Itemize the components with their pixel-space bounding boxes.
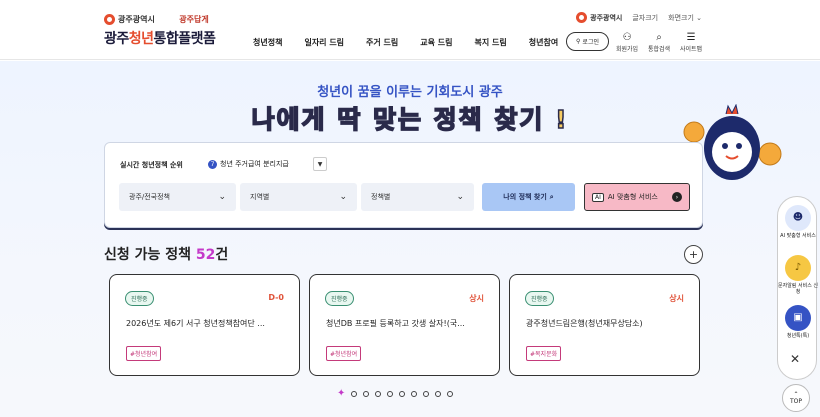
chevron-down-icon: ⌄ [456,192,464,202]
city-name: 광주광역시 [118,15,155,24]
nav-education[interactable]: 교육 드림 [420,37,452,48]
rank-number: 7 [208,159,217,169]
policy-card[interactable]: 진행중 상시 광주청년드림은행(청년재무상담소) #복지문화 [509,274,700,376]
pager-dot[interactable] [351,391,358,397]
nav-participation[interactable]: 청년참여 [529,37,558,48]
pager-dot[interactable] [423,391,430,397]
nav-policy[interactable]: 청년정책 [253,37,282,48]
pager-dot[interactable] [363,391,370,397]
main-nav: 청년정책 일자리 드림 주거 드림 교육 드림 복지 드림 청년참여 [253,37,558,48]
region-select[interactable]: 지역별 ⌄ [240,183,357,211]
policy-tag[interactable]: #복지문화 [526,346,562,361]
city-emblem-icon [104,14,115,25]
policy-card[interactable]: 진행중 상시 청년DB 프로필 등록하고 갓생 살자!(국... #청년참여 [309,274,500,376]
realtime-ranking-item[interactable]: 7 청년 주거급여 분리지급 [208,159,289,169]
find-my-policy-button[interactable]: 나의 정책 찾기 ⌕ [482,183,575,211]
user-add-icon: ⚇ [622,32,632,43]
nav-welfare[interactable]: 복지 드림 [475,37,507,48]
policy-card-title: 청년DB 프로필 등록하고 갓생 살자!(국... [326,319,465,328]
bell-icon: ♪ [785,255,811,281]
top-utility-bar: 광주광역시 글자크기 화면크기 ⌄ [576,12,702,23]
quick-youth-talk[interactable]: ▣ 청년톡(톡) [778,305,818,339]
policy-search-panel: 실시간 청년정책 순위 7 청년 주거급여 분리지급 ▼ 광주/전국정책 ⌄ 지… [104,142,703,228]
pager-active-star-icon[interactable]: ✦ [337,389,345,399]
status-badge: 진행중 [325,291,354,306]
login-button[interactable]: ⚲ 로그인 [566,32,609,51]
quick-sms-alert[interactable]: ♪ 문자알림 서비스 신청 [778,255,818,295]
pager-dot[interactable] [435,391,442,397]
policy-card-title: 2026년도 제6기 서구 청년정책참여단 ... [126,319,265,328]
chat-icon: ▣ [785,305,811,331]
dday-label: D-0 [268,293,284,302]
close-icon[interactable]: ✕ [790,352,800,366]
quick-menu: ☻ AI 맞춤형 서비스 ♪ 문자알림 서비스 신청 ▣ 청년톡(톡) ✕ [777,196,818,380]
scope-select[interactable]: 광주/전국정책 ⌄ [119,183,236,211]
available-policies-title: 신청 가능 정책 52건 [104,247,229,263]
caret-down-icon: ▼ [317,160,323,168]
plus-icon: + [688,248,699,261]
chevron-up-icon: ⌃ [793,391,799,398]
hero-subtitle: 청년이 꿈을 이루는 기회도시 광주 [317,85,503,100]
signup-button[interactable]: ⚇ 회원가입 [616,32,638,53]
scroll-top-button[interactable]: ⌃ TOP [782,384,810,412]
ranking-toggle-button[interactable]: ▼ [313,157,327,171]
user-icon: ⚲ [576,38,581,45]
status-badge: 진행중 [525,291,554,306]
site-header: 광주광역시 광주청년통합플랫폼 광주답게 청년정책 일자리 드림 주거 드림 교… [0,0,820,60]
carousel-pagination: ✦ [337,389,454,399]
ai-badge-icon: AI [592,193,604,202]
pager-dot[interactable] [375,391,382,397]
policy-card-title: 광주청년드림은행(청년재무상담소) [526,319,643,328]
zoom-control[interactable]: 화면크기 ⌄ [668,13,702,23]
chevron-down-icon: ⌄ [218,192,226,202]
nav-job[interactable]: 일자리 드림 [304,37,344,48]
dday-label: 상시 [669,294,684,303]
policy-card[interactable]: 진행중 D-0 2026년도 제6기 서구 청년정책참여단 ... #청년참여 [109,274,300,376]
chevron-down-icon: ⌄ [696,13,702,22]
policy-tag[interactable]: #청년참여 [126,346,162,361]
quick-ai-service[interactable]: ☻ AI 맞춤형 서비스 [778,205,818,239]
city-emblem-icon [576,12,588,23]
chevron-down-icon: ⌄ [339,192,347,202]
sitemap-button[interactable]: ☰ 사이트맵 [680,32,702,53]
pager-dot[interactable] [399,391,406,397]
more-policies-button[interactable]: + [684,245,703,264]
policy-type-select[interactable]: 정책별 ⌄ [361,183,474,211]
slogan-logo: 광주답게 [179,15,209,24]
city-link[interactable]: 광주광역시 [576,12,622,23]
status-badge: 진행중 [125,291,154,306]
ai-service-button[interactable]: AI AI 맞춤형 서비스 › [584,183,690,211]
pager-dot[interactable] [387,391,394,397]
nav-housing[interactable]: 주거 드림 [366,37,398,48]
pager-dot[interactable] [411,391,418,397]
search-icon: ⌕ [656,32,662,43]
font-size-control[interactable]: 글자크기 [632,13,658,23]
robot-icon: ☻ [785,205,811,231]
search-icon: ⌕ [549,192,554,201]
realtime-ranking-label: 실시간 청년정책 순위 [120,161,183,169]
pager-dot[interactable] [447,391,454,397]
menu-icon: ☰ [686,32,696,43]
search-button[interactable]: ⌕ 통합검색 [648,32,670,53]
dday-label: 상시 [469,294,484,303]
policy-tag[interactable]: #청년참여 [326,346,362,361]
arrow-right-icon: › [672,192,682,202]
